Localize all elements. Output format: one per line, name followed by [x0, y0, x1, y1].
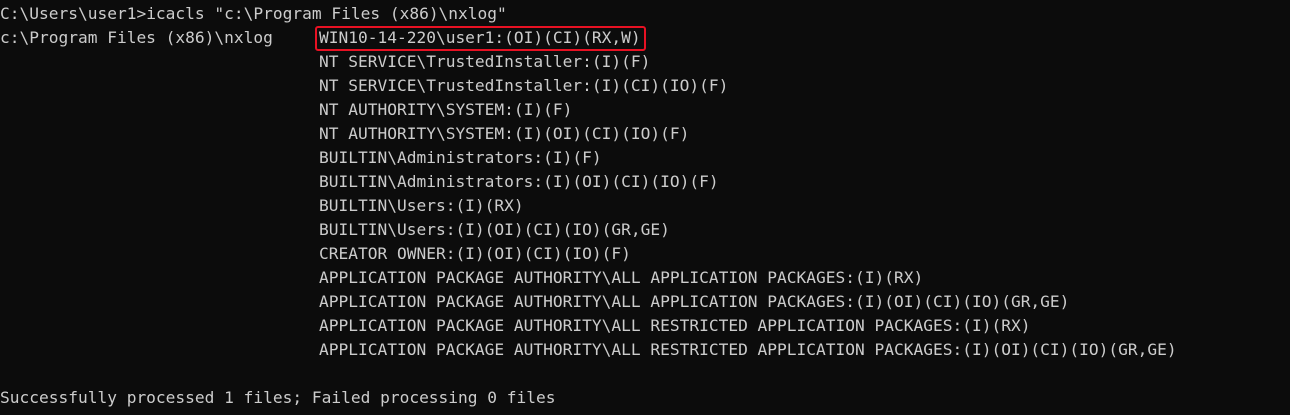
acl-entry: APPLICATION PACKAGE AUTHORITY\ALL APPLIC… [319, 292, 1070, 311]
acl-entry: NT AUTHORITY\SYSTEM:(I)(OI)(CI)(IO)(F) [319, 124, 690, 143]
highlighted-acl-entry: WIN10-14-220\user1:(OI)(CI)(RX,W) [315, 26, 646, 51]
acl-entry: APPLICATION PACKAGE AUTHORITY\ALL APPLIC… [319, 268, 924, 287]
acl-entry-highlighted-text: WIN10-14-220\user1:(OI)(CI)(RX,W) [319, 28, 641, 47]
acl-entry: BUILTIN\Administrators:(I)(OI)(CI)(IO)(F… [319, 172, 719, 191]
command-line: C:\Users\user1>icacls "c:\Program Files … [0, 2, 507, 26]
acl-entry: NT SERVICE\TrustedInstaller:(I)(F) [319, 52, 651, 71]
acl-entry: BUILTIN\Users:(I)(OI)(CI)(IO)(GR,GE) [319, 220, 670, 239]
summary-line: Successfully processed 1 files; Failed p… [0, 388, 556, 407]
acl-entry: BUILTIN\Administrators:(I)(F) [319, 148, 602, 167]
target-path: c:\Program Files (x86)\nxlog [0, 28, 273, 47]
command-text: icacls "c:\Program Files (x86)\nxlog" [146, 4, 507, 23]
console-window[interactable]: C:\Users\user1>icacls "c:\Program Files … [0, 0, 1290, 415]
command-prompt: C:\Users\user1> [0, 4, 147, 23]
acl-entry: APPLICATION PACKAGE AUTHORITY\ALL RESTRI… [319, 340, 1177, 359]
acl-first-line: c:\Program Files (x86)\nxlog WIN10-14-220… [0, 26, 646, 51]
acl-entry: NT SERVICE\TrustedInstaller:(I)(CI)(IO)(… [319, 76, 729, 95]
acl-entry: BUILTIN\Users:(I)(RX) [319, 196, 524, 215]
acl-entry: CREATOR OWNER:(I)(OI)(CI)(IO)(F) [319, 244, 631, 263]
acl-entry: APPLICATION PACKAGE AUTHORITY\ALL RESTRI… [319, 316, 1031, 335]
acl-entry: NT AUTHORITY\SYSTEM:(I)(F) [319, 100, 573, 119]
